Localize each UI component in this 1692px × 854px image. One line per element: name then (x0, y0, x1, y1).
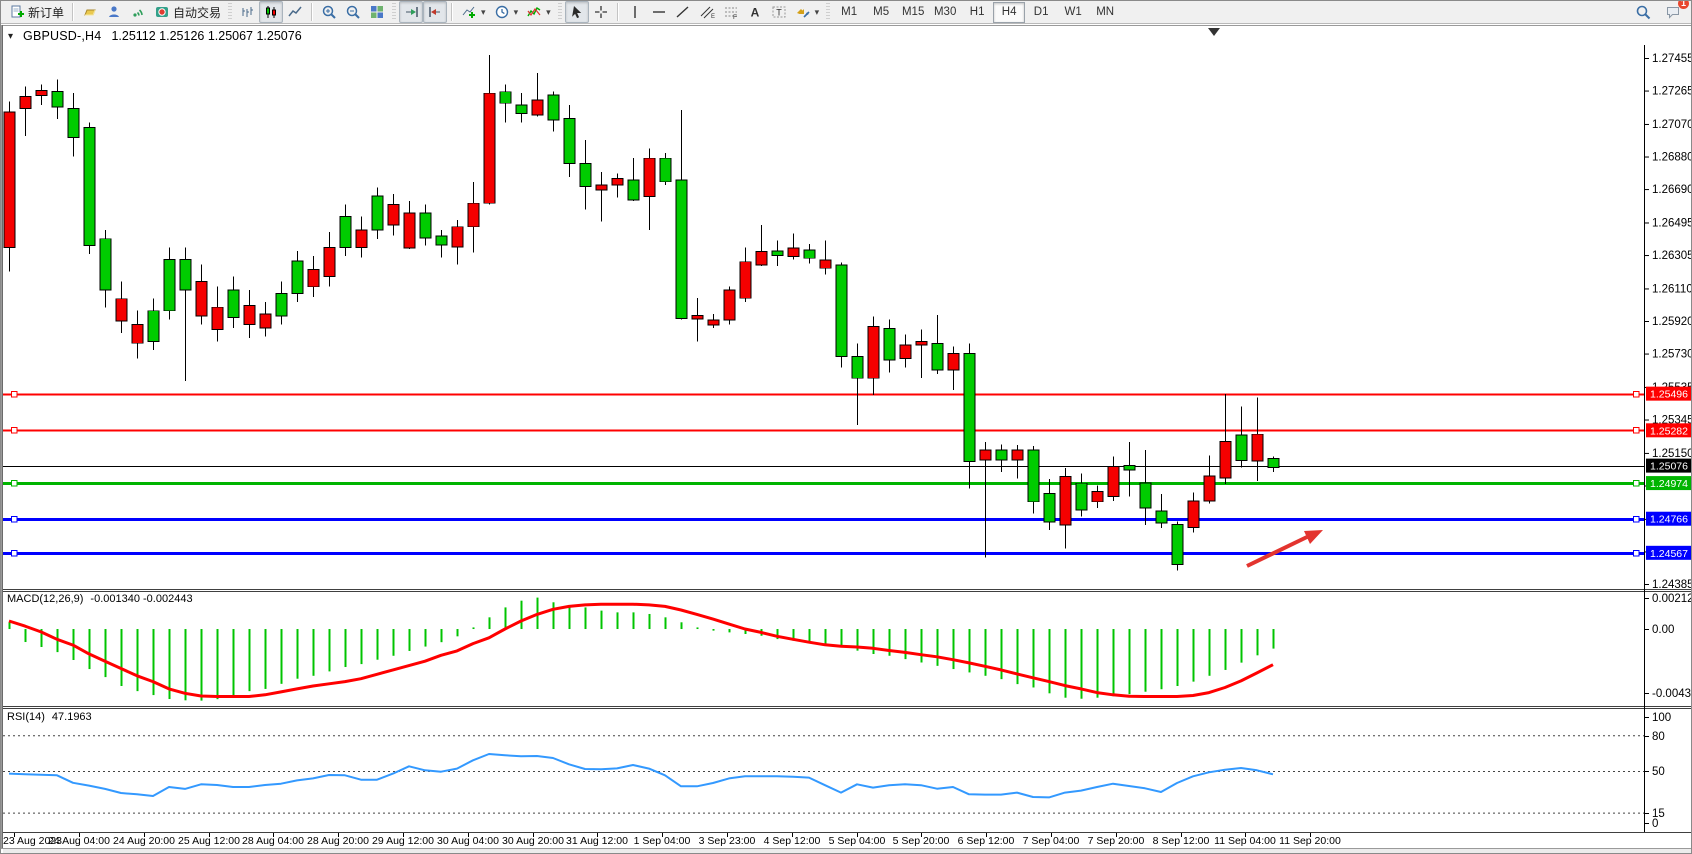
rsi-axis-label: 100 (1652, 712, 1671, 724)
time-tick-label: 3 Sep 23:00 (699, 835, 756, 847)
rsi-line (9, 754, 1273, 797)
price-badge-label: 1.24766 (1650, 514, 1688, 526)
macd-signal-line (9, 604, 1273, 696)
price-tick-label: 1.27455 (1652, 53, 1692, 65)
time-tick-label: 30 Aug 04:00 (437, 835, 499, 847)
symbol-period-label: GBPUSD-,H4 (23, 29, 101, 43)
price-tick-label: 1.26495 (1652, 217, 1692, 229)
time-tick-label: 6 Sep 12:00 (958, 835, 1015, 847)
price-badge-label: 1.25496 (1650, 389, 1688, 401)
price-tick-label: 1.26690 (1652, 184, 1692, 196)
price-tick-label: 1.27070 (1652, 119, 1692, 131)
time-tick-label: 11 Sep 20:00 (1279, 835, 1341, 847)
collapse-chart-icon[interactable]: ▾ (8, 31, 13, 42)
macd-values: -0.001340 -0.002443 (90, 593, 192, 605)
hline-handle[interactable] (12, 481, 18, 487)
time-tick-label: 25 Aug 12:00 (178, 835, 240, 847)
price-tick-label: 1.26110 (1652, 283, 1692, 295)
statusbar-strip (3, 849, 1691, 854)
hline-handle[interactable] (1634, 428, 1640, 434)
time-tick-label: 7 Sep 04:00 (1023, 835, 1080, 847)
mt4-window: 新订单自动交易▾▾▾EFAT▾M1M5M15M30H1H4D1W1MN1 ▾ G… (0, 0, 1692, 854)
time-tick-label: 11 Sep 04:00 (1214, 835, 1276, 847)
price-tick-label: 1.25920 (1652, 316, 1692, 328)
rsi-axis-label: 0 (1652, 818, 1658, 830)
hline-handle[interactable] (12, 428, 18, 434)
hline-handle[interactable] (12, 392, 18, 398)
price-axis[interactable]: 1.27455 1.27265 1.27070 1.26880 1.26690 1.264… (1644, 53, 1692, 591)
price-tick-label: 1.26880 (1652, 152, 1692, 164)
hline-handle[interactable] (12, 517, 18, 523)
macd-axis-label: -0.004378 (1652, 688, 1692, 700)
price-badge-label: 1.25282 (1650, 425, 1688, 437)
trend-arrow[interactable] (1247, 530, 1323, 566)
macd-name: MACD(12,26,9) (7, 593, 83, 605)
rsi-axis-label: 50 (1652, 766, 1665, 778)
time-tick-label: 30 Aug 20:00 (502, 835, 564, 847)
time-tick-label: 5 Sep 20:00 (893, 835, 950, 847)
chart-shift-marker[interactable] (1208, 28, 1220, 36)
rsi-name: RSI(14) (7, 711, 45, 723)
time-tick-label: 28 Aug 04:00 (242, 835, 304, 847)
price-tick-label: 1.27265 (1652, 86, 1692, 98)
ohlc-values: 1.25112 1.25126 1.25067 1.25076 (111, 29, 301, 43)
time-axis[interactable]: 23 Aug 202324 Aug 04:0024 Aug 20:0025 Au… (3, 833, 1691, 854)
time-tick-label: 28 Aug 20:00 (307, 835, 369, 847)
price-chart-canvas[interactable]: 1.27455 1.27265 1.27070 1.26880 1.26690 1.264… (1, 1, 1692, 854)
horizontal-line-objects[interactable] (3, 392, 1644, 557)
rsi-axis-label: 80 (1652, 731, 1665, 743)
time-tick-label: 24 Aug 20:00 (113, 835, 175, 847)
macd-axis-label: 0.00 (1652, 624, 1674, 636)
price-badge-label: 1.24567 (1650, 548, 1688, 560)
time-tick-label: 5 Sep 04:00 (829, 835, 886, 847)
macd-pane[interactable]: 0.002123 0.00 -0.004378 (9, 593, 1692, 701)
time-tick-label: 29 Aug 12:00 (372, 835, 434, 847)
price-tick-label: 1.25150 (1652, 448, 1692, 460)
rsi-indicator-label: RSI(14) 47.1963 (7, 711, 92, 723)
rsi-value: 47.1963 (52, 711, 92, 723)
hline-handle[interactable] (1634, 392, 1640, 398)
time-tick-label: 8 Sep 12:00 (1153, 835, 1210, 847)
hline-handle[interactable] (1634, 481, 1640, 487)
price-tick-label: 1.24385 (1652, 579, 1692, 591)
hline-handle[interactable] (1634, 517, 1640, 523)
hline-handle[interactable] (12, 551, 18, 557)
candles-layer[interactable] (4, 55, 1279, 570)
time-tick-label: 31 Aug 12:00 (566, 835, 628, 847)
macd-indicator-label: MACD(12,26,9) -0.001340 -0.002443 (7, 593, 193, 605)
time-tick-label: 4 Sep 12:00 (764, 835, 821, 847)
price-badge-label: 1.24974 (1650, 478, 1688, 490)
hline-handle[interactable] (1634, 551, 1640, 557)
price-badge-label: 1.25076 (1650, 461, 1688, 473)
price-tick-label: 1.25730 (1652, 349, 1692, 361)
time-tick-label: 24 Aug 04:00 (48, 835, 110, 847)
macd-axis-label: 0.002123 (1652, 593, 1692, 605)
rsi-pane[interactable]: 1008050150 (3, 712, 1671, 830)
chart-frame (2, 26, 1692, 849)
time-tick-label: 7 Sep 20:00 (1088, 835, 1145, 847)
price-tick-label: 1.26305 (1652, 250, 1692, 262)
chart-title: ▾ GBPUSD-,H4 1.25112 1.25126 1.25067 1.2… (8, 29, 302, 43)
time-tick-label: 1 Sep 04:00 (634, 835, 691, 847)
